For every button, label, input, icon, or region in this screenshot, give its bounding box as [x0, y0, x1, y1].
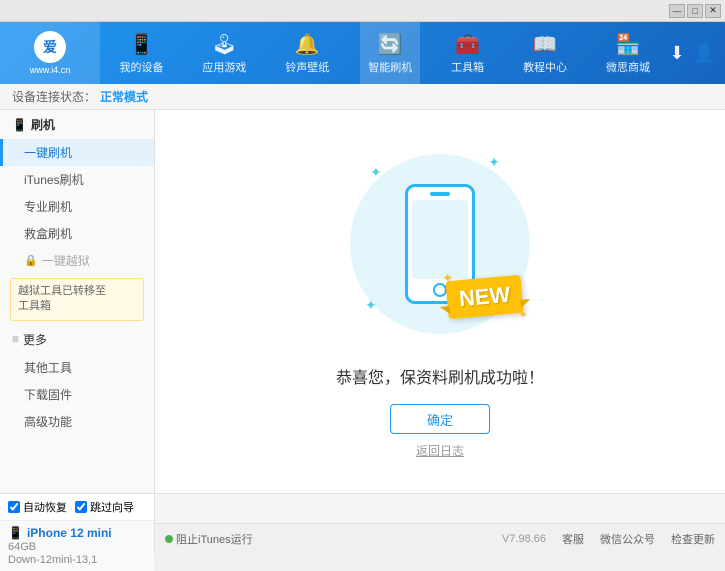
close-button[interactable]: ✕ [705, 4, 721, 18]
checkboxes-row: 自动恢复 跳过向导 [0, 494, 154, 521]
toolbox-icon: 🧰 [455, 32, 480, 57]
phone-notch [430, 192, 450, 196]
check-update-link[interactable]: 检查更新 [671, 531, 715, 547]
bottom-right-panel: 阻止iTunes运行 V7.98.66 客服 微信公众号 检查更新 [155, 494, 725, 553]
more-section-icon: ≡ [12, 332, 19, 346]
sidebar-item-pro-flash[interactable]: 专业刷机 [0, 193, 154, 220]
maximize-button[interactable]: □ [687, 4, 703, 18]
account-button[interactable]: 👤 [693, 43, 715, 64]
bottom-left-panel: 自动恢复 跳过向导 📱 iPhone 12 mini 64GB Down-12m… [0, 494, 155, 553]
nav-tutorial[interactable]: 📖 教程中心 [515, 22, 575, 84]
new-badge: NEW [445, 269, 525, 324]
sidebar-item-jailbreak: 🔒 一键越狱 [0, 247, 154, 274]
logo-area[interactable]: 爱 www.i4.cn [0, 22, 100, 84]
main-layout: 📱 刷机 一键刷机 iTunes刷机 专业刷机 救盒刷机 🔒 一键越狱 越狱工具… [0, 110, 725, 493]
nav-toolbox[interactable]: 🧰 工具箱 [443, 22, 492, 84]
jailbreak-notice: 越狱工具已转移至工具箱 [10, 278, 144, 321]
sidebar-item-brush-flash[interactable]: 救盒刷机 [0, 220, 154, 247]
nav-smart-shop-label: 智能刷机 [368, 59, 412, 75]
content-area: ✦ ✦ ✦ NEW 恭喜您，保资料刷机成功啦！ 确定 返回日志 [155, 110, 725, 493]
auto-connect-input[interactable] [8, 501, 20, 513]
status-bar: 设备连接状态： 正常模式 [0, 84, 725, 110]
nav-weibo-store[interactable]: 🏪 微思商城 [598, 22, 658, 84]
sidebar-item-itunes-flash[interactable]: iTunes刷机 [0, 166, 154, 193]
nav-tutorial-label: 教程中心 [523, 59, 567, 75]
phone-icon: 📱 [8, 526, 23, 540]
ribbon-tail-left [440, 306, 451, 315]
apps-icon: 🕹 [212, 32, 237, 57]
sidebar-item-download-firmware[interactable]: 下载固件 [0, 381, 154, 408]
logo-icon: 爱 [34, 31, 66, 63]
nav-bar: 📱 我的设备 🕹 应用游戏 🔔 铃声壁纸 🔄 智能刷机 🧰 工具箱 📖 教程中心… [100, 22, 669, 84]
status-value: 正常模式 [100, 88, 148, 105]
title-bar: — □ ✕ [0, 0, 725, 22]
nav-ringtones-label: 铃声壁纸 [285, 59, 329, 75]
ribbon-tail-right [521, 298, 532, 307]
customer-service-link[interactable]: 客服 [562, 531, 584, 547]
phone-illustration: ✦ ✦ ✦ NEW [350, 144, 530, 344]
nav-apps-games[interactable]: 🕹 应用游戏 [194, 22, 254, 84]
wechat-link[interactable]: 微信公众号 [600, 531, 655, 547]
nav-ringtones[interactable]: 🔔 铃声壁纸 [277, 22, 337, 84]
flash-section-label: 刷机 [31, 116, 55, 133]
status-footer: 阻止iTunes运行 V7.98.66 客服 微信公众号 检查更新 [155, 523, 725, 553]
sparkle-2-icon: ✦ [488, 154, 500, 171]
version-text: V7.98.66 [502, 533, 546, 545]
nav-toolbox-label: 工具箱 [451, 59, 484, 75]
auto-connect-checkbox[interactable]: 自动恢复 [8, 499, 67, 515]
via-wizard-label: 跳过向导 [90, 499, 134, 515]
weibo-store-icon: 🏪 [616, 32, 641, 57]
phone-screen [412, 200, 468, 279]
itunes-status[interactable]: 阻止iTunes运行 [165, 531, 253, 547]
itunes-status-label: 阻止iTunes运行 [176, 531, 253, 547]
confirm-button[interactable]: 确定 [390, 404, 490, 434]
success-message: 恭喜您，保资料刷机成功啦！ [336, 364, 544, 388]
via-wizard-checkbox[interactable]: 跳过向导 [75, 499, 134, 515]
new-ribbon-text: NEW [446, 274, 524, 318]
device-firmware: Down-12mini-13,1 [8, 554, 146, 566]
bottom-right-links: V7.98.66 客服 微信公众号 检查更新 [502, 531, 715, 547]
device-name: 📱 iPhone 12 mini [8, 526, 146, 540]
my-device-icon: 📱 [129, 32, 154, 57]
tutorial-icon: 📖 [533, 32, 558, 57]
sidebar-item-other-tools[interactable]: 其他工具 [0, 354, 154, 381]
nav-smart-shop[interactable]: 🔄 智能刷机 [360, 22, 420, 84]
header: 爱 www.i4.cn 📱 我的设备 🕹 应用游戏 🔔 铃声壁纸 🔄 智能刷机 … [0, 22, 725, 84]
sparkle-1-icon: ✦ [370, 164, 382, 181]
sparkle-3-icon: ✦ [365, 297, 377, 314]
lock-icon: 🔒 [24, 254, 38, 267]
sidebar-item-advanced[interactable]: 高级功能 [0, 408, 154, 435]
itunes-status-dot [165, 535, 173, 543]
auto-connect-label: 自动恢复 [23, 499, 67, 515]
nav-weibo-label: 微思商城 [606, 59, 650, 75]
download-button[interactable]: ⬇ [669, 43, 684, 64]
logo-url: www.i4.cn [30, 65, 71, 75]
nav-my-device-label: 我的设备 [119, 59, 163, 75]
minimize-button[interactable]: — [669, 4, 685, 18]
bottom-area: 自动恢复 跳过向导 📱 iPhone 12 mini 64GB Down-12m… [0, 493, 725, 553]
ringtones-icon: 🔔 [295, 32, 320, 57]
smart-shop-icon: 🔄 [378, 32, 403, 57]
nav-my-device[interactable]: 📱 我的设备 [111, 22, 171, 84]
header-right: ⬇ 👤 [669, 43, 725, 64]
status-label: 设备连接状态： [12, 88, 96, 105]
sidebar-item-one-key-flash[interactable]: 一键刷机 [0, 139, 154, 166]
sidebar-more-title: ≡ 更多 [0, 325, 154, 354]
device-storage: 64GB [8, 541, 146, 553]
device-info: 📱 iPhone 12 mini 64GB Down-12mini-13,1 [0, 521, 154, 571]
back-link[interactable]: 返回日志 [416, 442, 464, 459]
flash-section-icon: 📱 [12, 118, 27, 132]
sidebar-flash-title: 📱 刷机 [0, 110, 154, 139]
sidebar: 📱 刷机 一键刷机 iTunes刷机 专业刷机 救盒刷机 🔒 一键越狱 越狱工具… [0, 110, 155, 493]
nav-apps-label: 应用游戏 [202, 59, 246, 75]
via-wizard-input[interactable] [75, 501, 87, 513]
